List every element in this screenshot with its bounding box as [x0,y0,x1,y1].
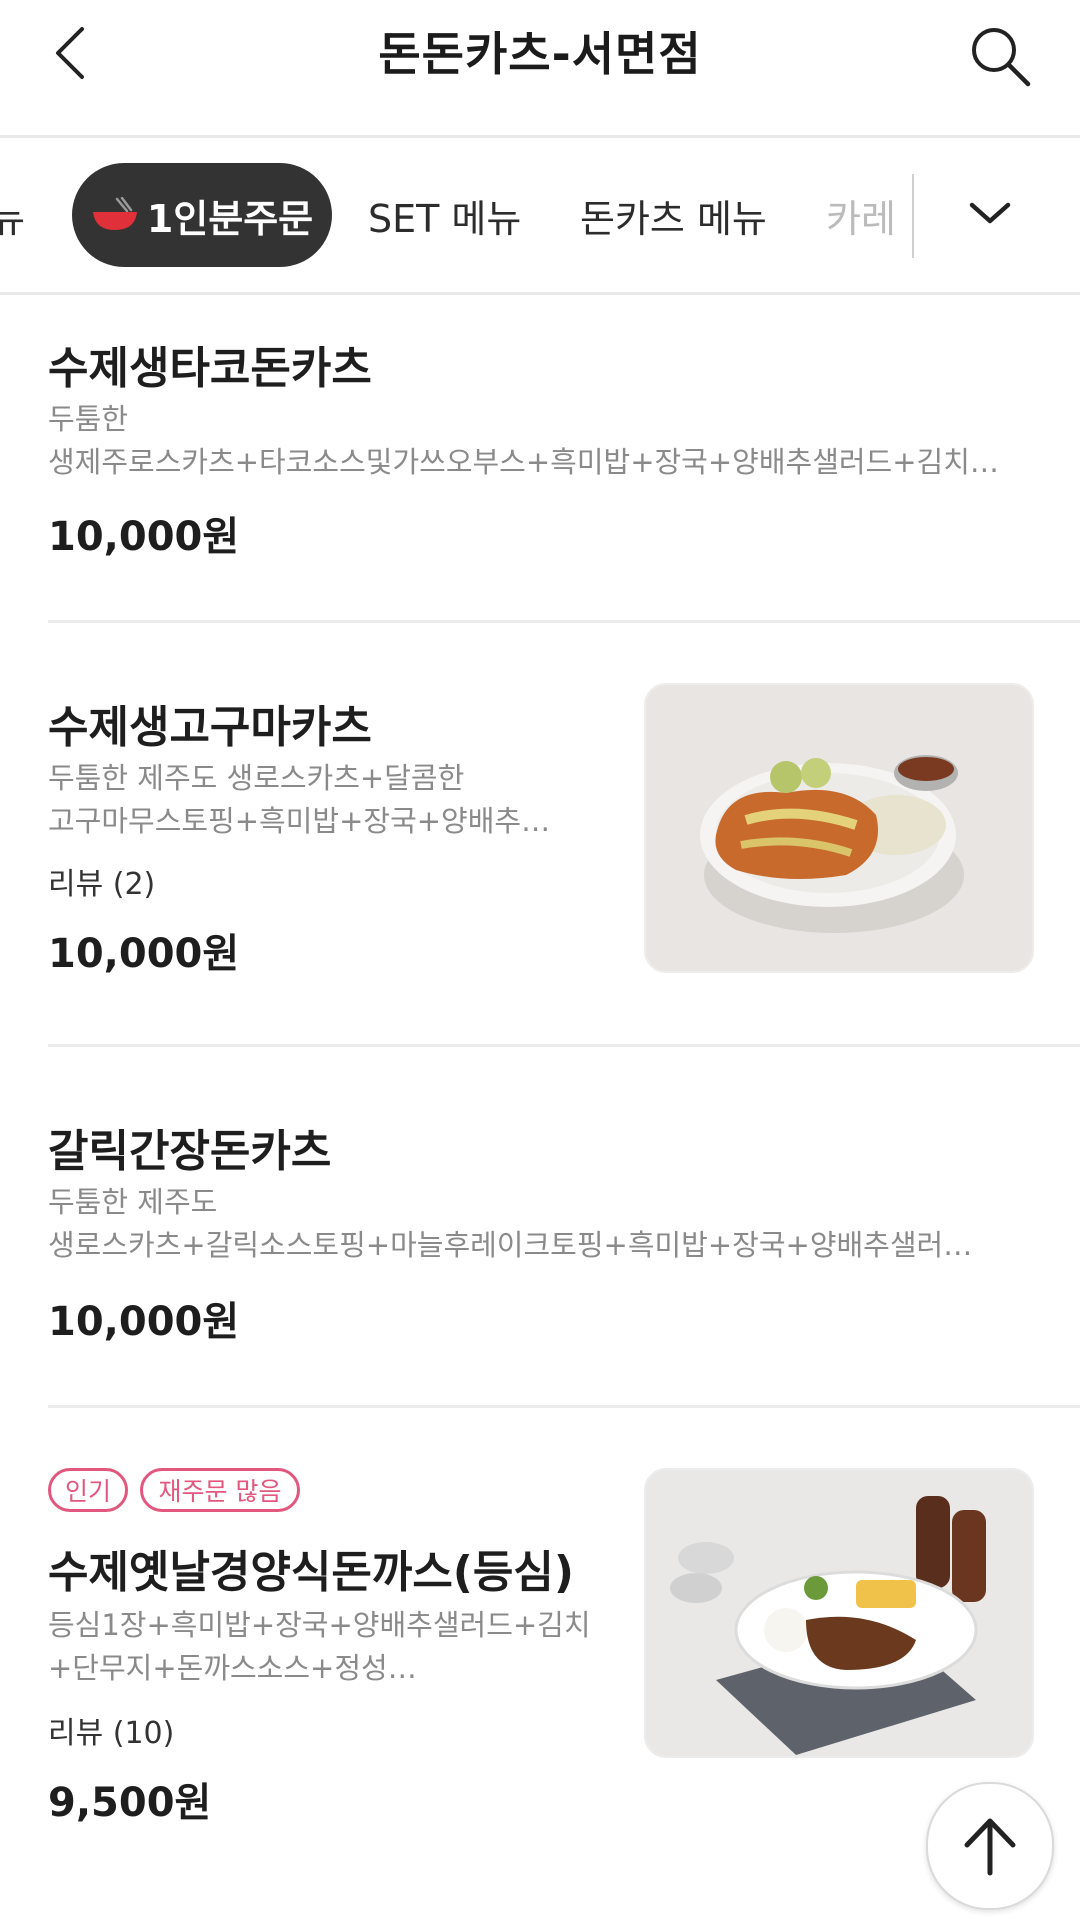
tab-menu-partial[interactable]: 뉴 [0,163,25,267]
tab-label: SET 메뉴 [368,196,522,241]
item-description-line: 고구마무스토핑+흑미밥+장국+양배추… [48,804,551,838]
menu-item[interactable]: 수제생고구마카츠 두툼한 제주도 생로스카츠+달콤한 고구마무스토핑+흑미밥+장… [0,623,1080,1033]
tab-label: 카레 [826,196,896,241]
sweet-potato-katsu-photo [644,683,1034,973]
item-price: 9,500원 [48,1780,212,1826]
reorder-badge: 재주문 많음 [140,1468,300,1512]
chevron-down-icon [969,202,1011,224]
item-description-line: 등심1장+흑미밥+장국+양배추샐러드+김치 [48,1608,591,1642]
item-description: 두툼한 생제주로스카츠+타코소스및가쓰오부스+흑미밥+장국+양배추샐러드+김치… [48,398,1028,484]
tab-tonkatsu-menu[interactable]: 돈카츠 메뉴 [580,163,767,267]
item-description-line: 두툼한 [48,402,129,436]
scroll-to-top-button[interactable] [926,1782,1054,1910]
menu-item[interactable]: 갈릭간장돈카츠 두툼한 제주도 생로스카츠+갈릭소스토핑+마늘후레이크토핑+흑미… [0,1047,1080,1405]
item-description: 두툼한 제주도 생로스카츠+달콤한 고구마무스토핑+흑미밥+장국+양배추… [48,757,608,843]
page-title: 돈돈카츠-서면점 [378,27,702,81]
top-app-bar: 돈돈카츠-서면점 [0,0,1080,138]
item-price: 10,000원 [48,514,240,560]
menu-item[interactable]: 수제생타코돈카츠 두툼한 생제주로스카츠+타코소스및가쓰오부스+흑미밥+장국+양… [0,296,1080,620]
search-button[interactable] [960,16,1040,96]
item-description-line: 생제주로스카츠+타코소스및가쓰오부스+흑미밥+장국+양배추샐러드+김치… [48,445,999,479]
tab-divider [912,174,914,258]
item-name: 수제생고구마카츠 [48,702,372,753]
tab-label: 1인분주문 [146,196,314,241]
menu-item[interactable]: 인기 재주문 많음 수제옛날경양식돈까스(등심) 등심1장+흑미밥+장국+양배추… [0,1408,1080,1888]
item-price: 10,000원 [48,931,240,977]
item-name: 수제생타코돈카츠 [48,343,372,394]
item-price: 10,000원 [48,1299,240,1345]
category-tab-bar: 뉴 1인분주문 SET 메뉴 돈카츠 메뉴 카레 [0,138,1080,295]
item-description-line: +단무지+돈까스소스+정성… [48,1651,417,1685]
search-icon [972,28,1031,87]
arrow-up-icon [964,1818,1016,1876]
item-description: 두툼한 제주도 생로스카츠+갈릭소스토핑+마늘후레이크토핑+흑미밥+장국+양배추… [48,1181,1028,1267]
item-description: 등심1장+흑미밥+장국+양배추샐러드+김치 +단무지+돈까스소스+정성… [48,1604,628,1690]
tab-label: 뉴 [0,188,25,243]
item-name: 갈릭간장돈카츠 [48,1126,332,1177]
item-review-count[interactable]: 리뷰 (2) [48,859,155,903]
item-description-line: 두툼한 제주도 [48,1185,218,1219]
item-description-line: 생로스카츠+갈릭소스토핑+마늘후레이크토핑+흑미밥+장국+양배추샐러… [48,1228,973,1262]
expand-categories-button[interactable] [955,173,1025,253]
tab-label: 돈카츠 메뉴 [580,196,767,241]
tab-single-order[interactable]: 1인분주문 [72,163,332,267]
tab-curry-menu[interactable]: 카레 [826,163,912,267]
tab-set-menu[interactable]: SET 메뉴 [368,163,521,267]
bowl-icon [92,197,137,230]
item-name: 수제옛날경양식돈까스(등심) [48,1547,574,1598]
item-review-count[interactable]: 리뷰 (10) [48,1708,174,1752]
retro-tonkatsu-photo [644,1468,1034,1758]
popular-badge: 인기 [48,1468,128,1512]
item-description-line: 두툼한 제주도 생로스카츠+달콤한 [48,761,465,795]
